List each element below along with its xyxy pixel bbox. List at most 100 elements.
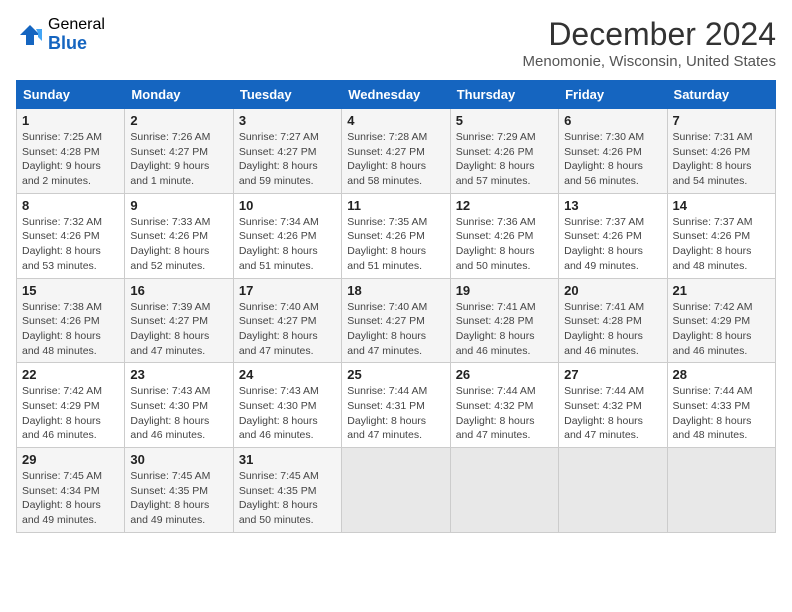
day-number: 26 xyxy=(456,367,553,382)
calendar-table: SundayMondayTuesdayWednesdayThursdayFrid… xyxy=(16,80,776,533)
calendar-cell: 19 Sunrise: 7:41 AMSunset: 4:28 PMDaylig… xyxy=(450,278,558,363)
day-detail: Sunrise: 7:31 AMSunset: 4:26 PMDaylight:… xyxy=(673,131,753,187)
header-day: Monday xyxy=(125,81,233,109)
calendar-week-row: 1 Sunrise: 7:25 AMSunset: 4:28 PMDayligh… xyxy=(17,109,776,194)
day-number: 20 xyxy=(564,283,661,298)
day-detail: Sunrise: 7:34 AMSunset: 4:26 PMDaylight:… xyxy=(239,216,319,272)
calendar-cell: 5 Sunrise: 7:29 AMSunset: 4:26 PMDayligh… xyxy=(450,109,558,194)
logo-text: General Blue xyxy=(48,16,105,53)
calendar-cell: 1 Sunrise: 7:25 AMSunset: 4:28 PMDayligh… xyxy=(17,109,125,194)
day-detail: Sunrise: 7:28 AMSunset: 4:27 PMDaylight:… xyxy=(347,131,427,187)
page-header: General Blue December 2024 Menomonie, Wi… xyxy=(16,16,776,70)
calendar-cell: 21 Sunrise: 7:42 AMSunset: 4:29 PMDaylig… xyxy=(667,278,775,363)
calendar-cell: 22 Sunrise: 7:42 AMSunset: 4:29 PMDaylig… xyxy=(17,363,125,448)
calendar-cell: 4 Sunrise: 7:28 AMSunset: 4:27 PMDayligh… xyxy=(342,109,450,194)
calendar-cell: 15 Sunrise: 7:38 AMSunset: 4:26 PMDaylig… xyxy=(17,278,125,363)
title-block: December 2024 Menomonie, Wisconsin, Unit… xyxy=(523,16,776,70)
day-detail: Sunrise: 7:27 AMSunset: 4:27 PMDaylight:… xyxy=(239,131,319,187)
calendar-cell: 12 Sunrise: 7:36 AMSunset: 4:26 PMDaylig… xyxy=(450,193,558,278)
calendar-week-row: 22 Sunrise: 7:42 AMSunset: 4:29 PMDaylig… xyxy=(17,363,776,448)
day-detail: Sunrise: 7:42 AMSunset: 4:29 PMDaylight:… xyxy=(673,301,753,357)
day-detail: Sunrise: 7:35 AMSunset: 4:26 PMDaylight:… xyxy=(347,216,427,272)
calendar-cell: 18 Sunrise: 7:40 AMSunset: 4:27 PMDaylig… xyxy=(342,278,450,363)
subtitle: Menomonie, Wisconsin, United States xyxy=(523,53,776,70)
day-number: 19 xyxy=(456,283,553,298)
day-number: 17 xyxy=(239,283,336,298)
day-detail: Sunrise: 7:40 AMSunset: 4:27 PMDaylight:… xyxy=(347,301,427,357)
calendar-cell: 17 Sunrise: 7:40 AMSunset: 4:27 PMDaylig… xyxy=(233,278,341,363)
calendar-cell: 2 Sunrise: 7:26 AMSunset: 4:27 PMDayligh… xyxy=(125,109,233,194)
calendar-cell: 8 Sunrise: 7:32 AMSunset: 4:26 PMDayligh… xyxy=(17,193,125,278)
day-detail: Sunrise: 7:36 AMSunset: 4:26 PMDaylight:… xyxy=(456,216,536,272)
day-detail: Sunrise: 7:38 AMSunset: 4:26 PMDaylight:… xyxy=(22,301,102,357)
day-detail: Sunrise: 7:41 AMSunset: 4:28 PMDaylight:… xyxy=(564,301,644,357)
day-number: 28 xyxy=(673,367,770,382)
day-number: 15 xyxy=(22,283,119,298)
logo-blue: Blue xyxy=(48,34,105,54)
calendar-cell: 26 Sunrise: 7:44 AMSunset: 4:32 PMDaylig… xyxy=(450,363,558,448)
day-number: 16 xyxy=(130,283,227,298)
day-detail: Sunrise: 7:45 AMSunset: 4:34 PMDaylight:… xyxy=(22,470,102,526)
day-detail: Sunrise: 7:42 AMSunset: 4:29 PMDaylight:… xyxy=(22,385,102,441)
calendar-week-row: 29 Sunrise: 7:45 AMSunset: 4:34 PMDaylig… xyxy=(17,448,776,533)
day-number: 23 xyxy=(130,367,227,382)
header-row: SundayMondayTuesdayWednesdayThursdayFrid… xyxy=(17,81,776,109)
day-detail: Sunrise: 7:40 AMSunset: 4:27 PMDaylight:… xyxy=(239,301,319,357)
day-number: 5 xyxy=(456,113,553,128)
day-number: 22 xyxy=(22,367,119,382)
calendar-cell: 23 Sunrise: 7:43 AMSunset: 4:30 PMDaylig… xyxy=(125,363,233,448)
day-number: 3 xyxy=(239,113,336,128)
calendar-header: SundayMondayTuesdayWednesdayThursdayFrid… xyxy=(17,81,776,109)
day-number: 11 xyxy=(347,198,444,213)
header-day: Saturday xyxy=(667,81,775,109)
calendar-cell: 28 Sunrise: 7:44 AMSunset: 4:33 PMDaylig… xyxy=(667,363,775,448)
header-day: Friday xyxy=(559,81,667,109)
calendar-cell xyxy=(667,448,775,533)
calendar-cell: 29 Sunrise: 7:45 AMSunset: 4:34 PMDaylig… xyxy=(17,448,125,533)
day-number: 6 xyxy=(564,113,661,128)
calendar-body: 1 Sunrise: 7:25 AMSunset: 4:28 PMDayligh… xyxy=(17,109,776,533)
day-number: 7 xyxy=(673,113,770,128)
day-number: 12 xyxy=(456,198,553,213)
day-number: 21 xyxy=(673,283,770,298)
calendar-cell: 27 Sunrise: 7:44 AMSunset: 4:32 PMDaylig… xyxy=(559,363,667,448)
day-number: 14 xyxy=(673,198,770,213)
day-number: 27 xyxy=(564,367,661,382)
calendar-cell: 6 Sunrise: 7:30 AMSunset: 4:26 PMDayligh… xyxy=(559,109,667,194)
day-number: 24 xyxy=(239,367,336,382)
day-number: 1 xyxy=(22,113,119,128)
calendar-cell: 3 Sunrise: 7:27 AMSunset: 4:27 PMDayligh… xyxy=(233,109,341,194)
day-number: 2 xyxy=(130,113,227,128)
day-number: 30 xyxy=(130,452,227,467)
day-detail: Sunrise: 7:44 AMSunset: 4:32 PMDaylight:… xyxy=(456,385,536,441)
day-number: 4 xyxy=(347,113,444,128)
day-detail: Sunrise: 7:29 AMSunset: 4:26 PMDaylight:… xyxy=(456,131,536,187)
day-detail: Sunrise: 7:45 AMSunset: 4:35 PMDaylight:… xyxy=(130,470,210,526)
header-day: Wednesday xyxy=(342,81,450,109)
day-number: 25 xyxy=(347,367,444,382)
day-detail: Sunrise: 7:37 AMSunset: 4:26 PMDaylight:… xyxy=(564,216,644,272)
day-number: 8 xyxy=(22,198,119,213)
day-detail: Sunrise: 7:37 AMSunset: 4:26 PMDaylight:… xyxy=(673,216,753,272)
day-detail: Sunrise: 7:30 AMSunset: 4:26 PMDaylight:… xyxy=(564,131,644,187)
logo-icon xyxy=(16,21,44,49)
day-detail: Sunrise: 7:33 AMSunset: 4:26 PMDaylight:… xyxy=(130,216,210,272)
calendar-cell: 11 Sunrise: 7:35 AMSunset: 4:26 PMDaylig… xyxy=(342,193,450,278)
day-detail: Sunrise: 7:32 AMSunset: 4:26 PMDaylight:… xyxy=(22,216,102,272)
calendar-cell: 13 Sunrise: 7:37 AMSunset: 4:26 PMDaylig… xyxy=(559,193,667,278)
day-detail: Sunrise: 7:43 AMSunset: 4:30 PMDaylight:… xyxy=(239,385,319,441)
calendar-cell: 30 Sunrise: 7:45 AMSunset: 4:35 PMDaylig… xyxy=(125,448,233,533)
day-detail: Sunrise: 7:44 AMSunset: 4:33 PMDaylight:… xyxy=(673,385,753,441)
calendar-cell: 9 Sunrise: 7:33 AMSunset: 4:26 PMDayligh… xyxy=(125,193,233,278)
day-detail: Sunrise: 7:25 AMSunset: 4:28 PMDaylight:… xyxy=(22,131,102,187)
calendar-cell: 24 Sunrise: 7:43 AMSunset: 4:30 PMDaylig… xyxy=(233,363,341,448)
day-number: 18 xyxy=(347,283,444,298)
calendar-cell xyxy=(342,448,450,533)
day-detail: Sunrise: 7:26 AMSunset: 4:27 PMDaylight:… xyxy=(130,131,210,187)
logo-general: General xyxy=(48,16,105,34)
calendar-cell: 25 Sunrise: 7:44 AMSunset: 4:31 PMDaylig… xyxy=(342,363,450,448)
main-title: December 2024 xyxy=(523,16,776,53)
calendar-cell: 16 Sunrise: 7:39 AMSunset: 4:27 PMDaylig… xyxy=(125,278,233,363)
day-detail: Sunrise: 7:43 AMSunset: 4:30 PMDaylight:… xyxy=(130,385,210,441)
day-detail: Sunrise: 7:45 AMSunset: 4:35 PMDaylight:… xyxy=(239,470,319,526)
